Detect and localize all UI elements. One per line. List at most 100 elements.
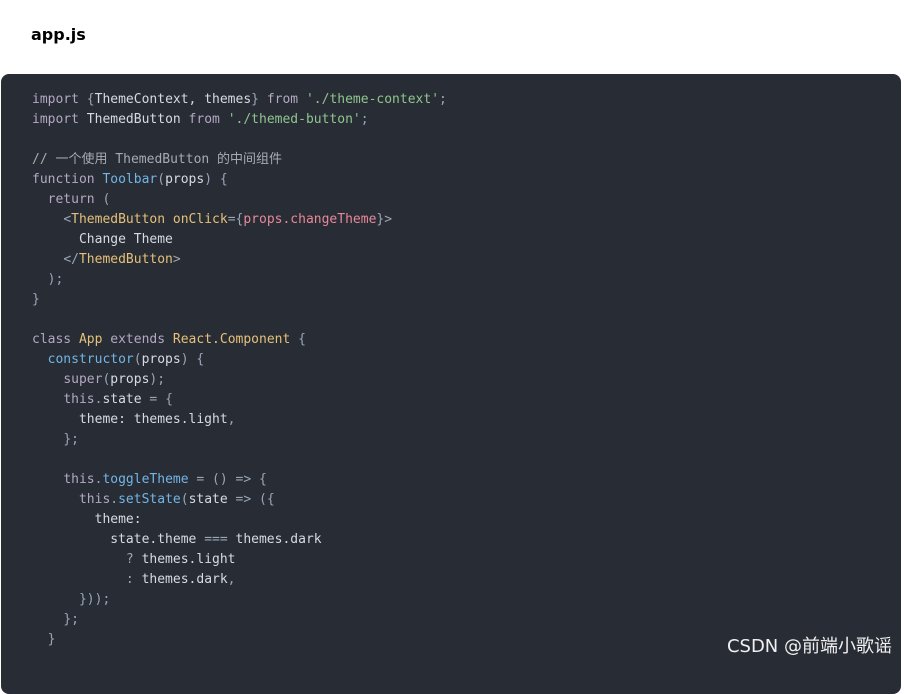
code-token: state.theme [32,532,205,547]
file-title: app.js [31,25,86,44]
code-token: { [298,332,306,347]
code-token: < [63,212,72,227]
code-token: themes.dark [141,572,228,587]
code-token: // 一个使用 ThemedButton 的中间组件 [32,152,283,167]
code-token: ); [47,272,64,287]
code-line: }; [32,430,447,450]
code-line: Change Theme [32,230,447,250]
code-token: from [188,112,228,127]
code-line: super(props); [32,370,447,390]
code-line: }; [32,610,447,630]
code-token: : [125,572,142,587]
code-token: </ [63,252,79,267]
code-token: constructor [47,352,134,367]
code-token: props [110,372,150,387]
code-token: this [78,492,111,507]
code-token: import [32,112,87,127]
code-line: </ThemedButton> [32,250,447,270]
code-token: }; [63,612,79,627]
code-line: import {ThemeContext, themes} from './th… [32,90,447,110]
code-token: props [141,352,181,367]
code-token: ); [149,372,166,387]
code-token: ( [180,492,189,507]
code-token: setState [118,492,181,507]
code-line: } [32,290,447,310]
code-token: './theme-context' [305,92,440,107]
code-token: ) { [180,352,205,367]
code-token: this [63,392,95,407]
code-line: this.state = { [32,390,447,410]
code-token: }> [376,212,393,227]
code-token: { [86,92,95,107]
code-line: ? themes.light [32,550,447,570]
code-line: })); [32,590,447,610]
code-token: class [32,332,79,347]
code-token: super [63,372,103,387]
code-token: }; [63,432,79,447]
code-token: from [266,92,306,107]
code-token: function [32,172,103,187]
code-line: constructor(props) { [32,350,447,370]
code-token: ) { [204,172,228,187]
code-token: Toolbar [102,172,158,187]
code-token: === [204,532,236,547]
code-line: : themes.dark, [32,570,447,590]
code-token: return [47,192,103,207]
code-token: } [32,292,40,307]
code-token: , [227,412,236,427]
code-line: this.setState(state => ({ [32,490,447,510]
code-token: = { [149,392,173,407]
csdn-watermark: CSDN @前端小歌谣 [726,636,892,657]
code-token: ? [125,552,142,567]
code-token: . [110,492,119,507]
code-token: ( [133,352,142,367]
code-token: ThemeContext, themes [94,92,252,107]
code-token: > [172,252,181,267]
code-line: // 一个使用 ThemedButton 的中间组件 [32,150,447,170]
code-token: state [188,492,236,507]
code-token: React.Component [172,332,299,347]
code-line: state.theme === themes.dark [32,530,447,550]
code-line: <ThemedButton onClick={props.changeTheme… [32,210,447,230]
code-line: ​ [32,450,447,470]
code-token: , [227,572,236,587]
code-line: this.toggleTheme = () => { [32,470,447,490]
code-line: } [32,630,447,650]
code-token: => ({ [235,492,275,507]
code-token: props [165,172,205,187]
code-token: App [78,332,111,347]
code-token: ThemedButton [78,252,173,267]
code-token: this [63,472,95,487]
code-token: './themed-button' [227,112,361,127]
code-token: ; [360,112,369,127]
code-line: ​ [32,130,447,150]
code-token: ; [439,92,447,107]
code-token: toggleTheme [102,472,197,487]
code-token: } [251,92,267,107]
code-line: theme: themes.light, [32,410,447,430]
code-line: import ThemedButton from './themed-butto… [32,110,447,130]
code-token: onClick [172,212,228,227]
code-token: ThemedButton [86,112,189,127]
code-content[interactable]: import {ThemeContext, themes} from './th… [32,90,447,650]
code-line: class App extends React.Component { [32,330,447,350]
code-token: ( [157,172,166,187]
code-token: } [47,632,56,647]
code-token: ( [102,192,111,207]
code-token: themes.light [141,552,236,567]
code-token: = () => { [196,472,267,487]
code-block[interactable]: import {ThemeContext, themes} from './th… [1,74,901,694]
